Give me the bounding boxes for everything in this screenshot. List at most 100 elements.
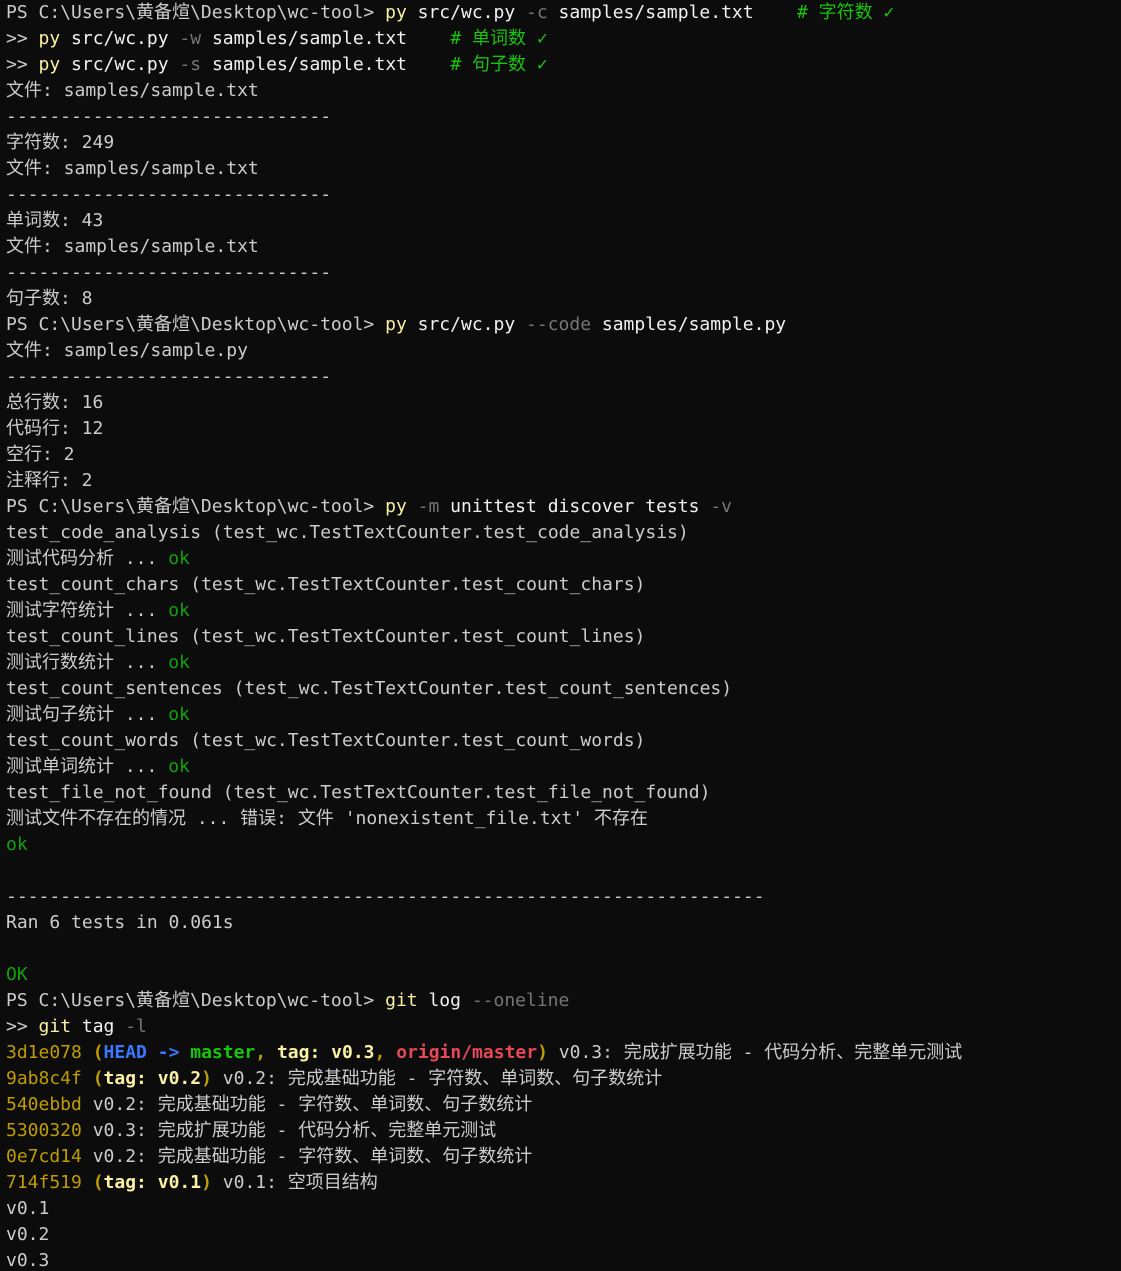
terminal-text-segment: v0.3 — [6, 1250, 50, 1271]
terminal-text-segment: test_count_words (test_wc.TestTextCounte… — [6, 730, 646, 751]
terminal-text-segment: v0.3: 完成扩展功能 - 代码分析、完整单元测试 — [81, 1120, 497, 1141]
terminal-text-segment: origin/master — [396, 1042, 538, 1063]
terminal-line: 文件: samples/sample.py — [6, 338, 1115, 364]
terminal-text-segment: 文件: samples/sample.py — [6, 340, 248, 361]
terminal-line: v0.1 — [6, 1196, 1115, 1222]
terminal-text-segment: samples/sample.txt — [201, 54, 451, 75]
terminal-line: ----------------------------------------… — [6, 884, 1115, 910]
terminal-text-segment: unittest discover tests — [439, 496, 711, 517]
terminal-text-segment: 空行: 2 — [6, 444, 75, 465]
terminal-line: 代码行: 12 — [6, 416, 1115, 442]
terminal-text-segment: PS C:\Users\黄备煊\Desktop\wc-tool> — [6, 314, 386, 335]
terminal-text-segment: tag: v0.3 — [276, 1042, 375, 1063]
terminal-text-segment: 测试代码分析 ... — [6, 548, 169, 569]
terminal-text-segment: PS C:\Users\黄备煊\Desktop\wc-tool> — [6, 496, 386, 517]
terminal-text-segment: 单词数: 43 — [6, 210, 104, 231]
terminal-line: 9ab8c4f (tag: v0.2) v0.2: 完成基础功能 - 字符数、单… — [6, 1066, 1115, 1092]
terminal-text-segment: 测试行数统计 ... — [6, 652, 169, 673]
terminal-text-segment: ------------------------------ — [6, 184, 332, 205]
terminal-text-segment: ------------------------------ — [6, 262, 332, 283]
terminal-text-segment: ( — [81, 1042, 104, 1063]
terminal-line: ------------------------------ — [6, 260, 1115, 286]
terminal-line: v0.3 — [6, 1248, 1115, 1271]
terminal-line: test_count_sentences (test_wc.TestTextCo… — [6, 676, 1115, 702]
terminal-text-segment: , — [255, 1042, 277, 1063]
terminal-text-segment: HEAD -> — [103, 1042, 191, 1063]
terminal-line: ------------------------------ — [6, 104, 1115, 130]
terminal-output[interactable]: PS C:\Users\黄备煊\Desktop\wc-tool> py src/… — [0, 0, 1121, 1271]
terminal-text-segment: git — [385, 990, 418, 1011]
terminal-text-segment: 测试单词统计 ... — [6, 756, 169, 777]
terminal-text-segment: src/wc.py — [406, 2, 527, 23]
terminal-text-segment: 文件: samples/sample.txt — [6, 236, 259, 257]
terminal-text-segment: src/wc.py — [406, 314, 527, 335]
terminal-text-segment: OK — [6, 964, 28, 985]
terminal-text-segment: -w — [179, 28, 202, 49]
terminal-text-segment: ( — [81, 1172, 104, 1193]
terminal-text-segment: # 字符数 ✓ — [796, 2, 895, 23]
terminal-line: test_count_chars (test_wc.TestTextCounte… — [6, 572, 1115, 598]
terminal-line: PS C:\Users\黄备煊\Desktop\wc-tool> git log… — [6, 988, 1115, 1014]
terminal-text-segment: v0.2: 完成基础功能 - 字符数、单词数、句子数统计 — [81, 1146, 533, 1167]
terminal-text-segment: test_count_lines (test_wc.TestTextCounte… — [6, 626, 646, 647]
terminal-text-segment: 3d1e078 — [6, 1042, 82, 1063]
terminal-text-segment: 9ab8c4f — [6, 1068, 82, 1089]
terminal-text-segment: v0.2: 完成基础功能 - 字符数、单词数、句子数统计 — [81, 1094, 533, 1115]
terminal-text-segment: master — [190, 1042, 256, 1063]
terminal-text-segment: 540ebbd — [6, 1094, 82, 1115]
terminal-text-segment: 注释行: 2 — [6, 470, 93, 491]
terminal-line: 句子数: 8 — [6, 286, 1115, 312]
terminal-text-segment: py — [385, 314, 407, 335]
terminal-text-segment: 测试句子统计 ... — [6, 704, 169, 725]
terminal-line: 714f519 (tag: v0.1) v0.1: 空项目结构 — [6, 1170, 1115, 1196]
terminal-text-segment: 测试字符统计 ... — [6, 600, 169, 621]
terminal-text-segment: --oneline — [471, 990, 570, 1011]
terminal-text-segment: test_count_sentences (test_wc.TestTextCo… — [6, 678, 733, 699]
terminal-line: 测试文件不存在的情况 ... 错误: 文件 'nonexistent_file.… — [6, 806, 1115, 832]
terminal-text-segment: v0.1: 空项目结构 — [211, 1172, 378, 1193]
terminal-line: 文件: samples/sample.txt — [6, 78, 1115, 104]
terminal-text-segment: PS C:\Users\黄备煊\Desktop\wc-tool> — [6, 990, 386, 1011]
terminal-text-segment: src/wc.py — [60, 28, 180, 49]
terminal-text-segment: tag: v0.2 — [103, 1068, 202, 1089]
terminal-text-segment: v0.3: 完成扩展功能 - 代码分析、完整单元测试 — [547, 1042, 963, 1063]
terminal-line: >> py src/wc.py -w samples/sample.txt # … — [6, 26, 1115, 52]
terminal-text-segment: src/wc.py — [60, 54, 180, 75]
terminal-line: 文件: samples/sample.txt — [6, 156, 1115, 182]
terminal-line: test_file_not_found (test_wc.TestTextCou… — [6, 780, 1115, 806]
terminal-text-segment: py — [385, 496, 407, 517]
terminal-text-segment: 5300320 — [6, 1120, 82, 1141]
terminal-text-segment: ( — [81, 1068, 104, 1089]
terminal-line: 字符数: 249 — [6, 130, 1115, 156]
terminal-text-segment: tag: v0.1 — [103, 1172, 202, 1193]
terminal-line: 文件: samples/sample.txt — [6, 234, 1115, 260]
terminal-text-segment: -v — [710, 496, 732, 517]
terminal-text-segment: samples/sample.py — [591, 314, 787, 335]
terminal-text-segment: 文件: samples/sample.txt — [6, 80, 259, 101]
terminal-text-segment: samples/sample.txt — [547, 2, 797, 23]
terminal-line: 5300320 v0.3: 完成扩展功能 - 代码分析、完整单元测试 — [6, 1118, 1115, 1144]
terminal-line: PS C:\Users\黄备煊\Desktop\wc-tool> py -m u… — [6, 494, 1115, 520]
terminal-text-segment: ok — [168, 704, 190, 725]
terminal-line: 3d1e078 (HEAD -> master, tag: v0.3, orig… — [6, 1040, 1115, 1066]
terminal-text-segment: -s — [179, 54, 202, 75]
terminal-text-segment: 测试文件不存在的情况 ... 错误: 文件 'nonexistent_file.… — [6, 808, 648, 829]
terminal-text-segment: >> — [6, 1016, 39, 1037]
terminal-text-segment: Ran 6 tests in 0.061s — [6, 912, 234, 933]
terminal-text-segment: git — [38, 1016, 72, 1037]
terminal-line: 测试句子统计 ... ok — [6, 702, 1115, 728]
terminal-text-segment: 字符数: 249 — [6, 132, 115, 153]
terminal-text-segment: # 单词数 ✓ — [450, 28, 548, 49]
terminal-text-segment: ok — [168, 548, 190, 569]
terminal-text-segment: test_count_chars (test_wc.TestTextCounte… — [6, 574, 646, 595]
terminal-line: 注释行: 2 — [6, 468, 1115, 494]
terminal-text-segment: ) — [201, 1172, 212, 1193]
terminal-line: OK — [6, 962, 1115, 988]
terminal-text-segment: test_code_analysis (test_wc.TestTextCoun… — [6, 522, 689, 543]
terminal-text-segment: tag — [71, 1016, 126, 1037]
terminal-line: 540ebbd v0.2: 完成基础功能 - 字符数、单词数、句子数统计 — [6, 1092, 1115, 1118]
terminal-line: ok — [6, 832, 1115, 858]
terminal-line: 测试字符统计 ... ok — [6, 598, 1115, 624]
